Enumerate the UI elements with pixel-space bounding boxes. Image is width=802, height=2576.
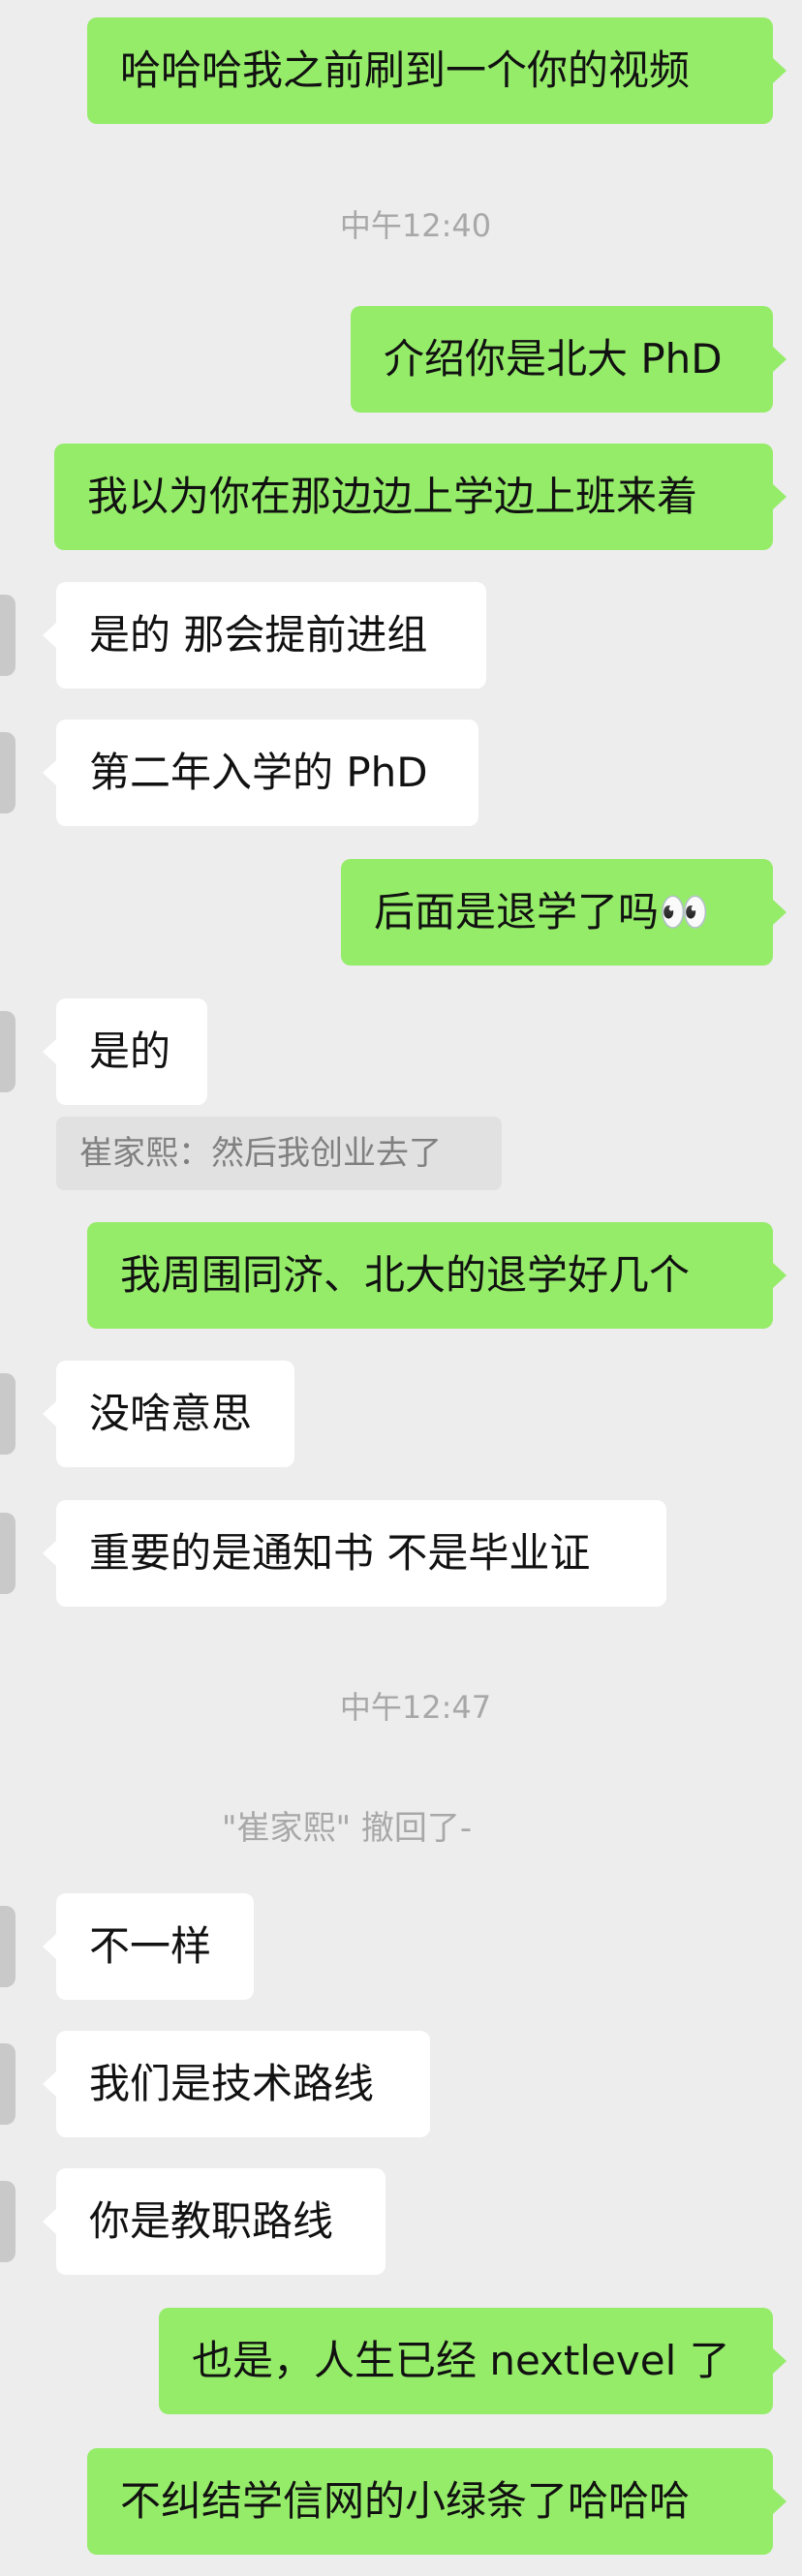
outgoing-message[interactable]: 介绍你是北大 PhD: [351, 306, 787, 413]
incoming-message[interactable]: 没啥意思: [43, 1361, 294, 1467]
quoted-message[interactable]: 崔家熙：然后我创业去了: [56, 1117, 502, 1190]
chat-area[interactable]: 哈哈哈我之前刷到一个你的视频 中午12:40 介绍你是北大 PhD 我以为你在那…: [0, 0, 802, 2576]
incoming-message[interactable]: 我们是技术路线: [43, 2031, 430, 2137]
avatar[interactable]: [0, 1906, 15, 1987]
avatar[interactable]: [0, 2043, 15, 2125]
avatar[interactable]: [0, 595, 15, 676]
incoming-message[interactable]: 重要的是通知书 不是毕业证: [43, 1500, 666, 1607]
timestamp: 中午12:47: [339, 1689, 492, 1726]
incoming-message[interactable]: 是的 那会提前进组: [43, 582, 486, 689]
outgoing-message[interactable]: 后面是退学了吗👀: [341, 859, 787, 966]
outgoing-message[interactable]: 哈哈哈我之前刷到一个你的视频: [87, 17, 787, 124]
outgoing-message[interactable]: 我以为你在那边边上学边上班来着: [54, 444, 787, 550]
outgoing-message[interactable]: 不纠结学信网的小绿条了哈哈哈: [87, 2448, 787, 2555]
avatar[interactable]: [0, 2181, 15, 2262]
timestamp: 中午12:40: [339, 207, 492, 244]
incoming-message[interactable]: 第二年入学的 PhD: [43, 720, 478, 826]
avatar[interactable]: [0, 1513, 15, 1594]
incoming-message[interactable]: 你是教职路线: [43, 2168, 386, 2275]
recall-notice: "崔家熙" 撤回了-: [221, 1809, 473, 1848]
incoming-message[interactable]: 是的: [43, 998, 207, 1105]
avatar[interactable]: [0, 732, 15, 813]
avatar[interactable]: [0, 1011, 15, 1092]
avatar[interactable]: [0, 1373, 15, 1455]
outgoing-message[interactable]: 我周围同济、北大的退学好几个: [87, 1222, 787, 1329]
incoming-message[interactable]: 不一样: [43, 1893, 254, 2000]
outgoing-message[interactable]: 也是，人生已经 nextlevel 了: [159, 2308, 787, 2414]
